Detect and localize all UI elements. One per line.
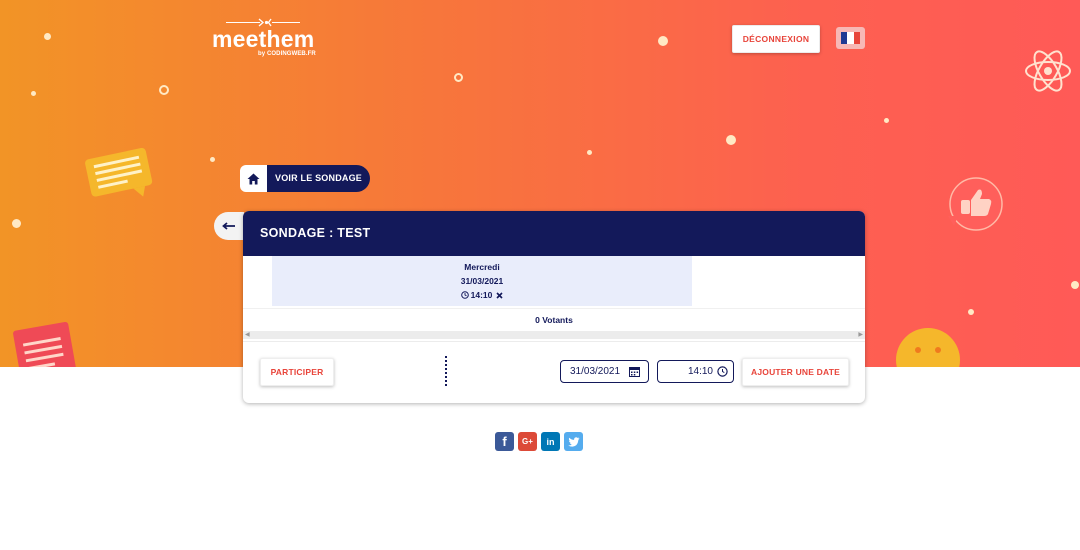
vertical-dotted-divider xyxy=(445,356,447,386)
google-plus-icon[interactable]: G+ xyxy=(518,432,537,451)
divider xyxy=(243,341,865,342)
home-icon xyxy=(247,173,260,184)
calendar-icon[interactable] xyxy=(629,366,640,377)
back-button[interactable] xyxy=(214,212,244,240)
poll-card: SONDAGE : TEST Mercredi 31/03/2021 14:10… xyxy=(243,211,865,403)
logo-arrow-line xyxy=(226,22,260,23)
decor-dot xyxy=(884,118,889,123)
decor-dot xyxy=(12,219,21,228)
clock-icon[interactable] xyxy=(717,366,728,377)
french-flag-icon[interactable] xyxy=(836,27,865,49)
date-column: Mercredi 31/03/2021 14:10 xyxy=(272,256,692,306)
date-input-value: 31/03/2021 xyxy=(570,366,621,377)
votants-count: 0 Votants xyxy=(243,308,865,331)
date-time: 14:10 xyxy=(470,290,493,300)
breadcrumb-label: VOIR LE SONDAGE xyxy=(275,173,363,183)
logo-arrow-line xyxy=(272,22,300,23)
document-illustration xyxy=(13,321,78,367)
twitter-bird-glyph xyxy=(567,436,579,447)
participate-button[interactable]: PARTICIPER xyxy=(260,358,334,386)
linkedin-icon[interactable]: in xyxy=(541,432,560,451)
horizontal-scrollbar[interactable]: ◀ ▶ xyxy=(243,331,865,339)
logo-wordmark: meethem xyxy=(212,26,315,52)
decor-dot xyxy=(968,309,974,315)
decor-dot xyxy=(658,36,668,46)
twitter-icon[interactable] xyxy=(564,432,583,451)
meethem-logo[interactable]: meethem by CODINGWEB.FR xyxy=(212,18,316,62)
remove-date-icon[interactable] xyxy=(496,291,503,299)
date-day: Mercredi xyxy=(464,262,500,272)
decor-dot xyxy=(31,91,36,96)
decor-dot xyxy=(1071,281,1079,289)
time-input-value: 14:10 xyxy=(687,366,713,377)
time-input[interactable]: 14:10 xyxy=(657,360,734,383)
decor-ring xyxy=(159,85,169,95)
smiley-illustration xyxy=(896,328,960,367)
logout-button[interactable]: DÉCONNEXION xyxy=(732,25,820,53)
date-time-row: 14:10 xyxy=(272,288,692,302)
breadcrumb[interactable]: VOIR LE SONDAGE xyxy=(240,165,370,192)
logo-tagline: by CODINGWEB.FR xyxy=(258,51,316,57)
decor-dot xyxy=(44,33,51,40)
scroll-left-icon[interactable]: ◀ xyxy=(245,331,250,339)
poll-title: SONDAGE : TEST xyxy=(260,226,371,240)
facebook-icon[interactable]: f xyxy=(495,432,514,451)
clock-icon xyxy=(460,291,469,299)
home-button[interactable] xyxy=(240,165,267,192)
decor-ring xyxy=(454,73,463,82)
arrow-left-icon xyxy=(222,222,235,230)
date-value: 31/03/2021 xyxy=(460,276,504,286)
atom-icon xyxy=(1025,50,1071,92)
decor-dot xyxy=(726,135,736,145)
add-date-button[interactable]: AJOUTER UNE DATE xyxy=(742,358,849,386)
date-input[interactable]: 31/03/2021 xyxy=(560,360,649,383)
poll-header: SONDAGE : TEST xyxy=(243,211,865,256)
decor-dot xyxy=(587,150,592,155)
decor-dot xyxy=(210,157,215,162)
thumbs-up-bubble-illustration xyxy=(948,177,1003,231)
social-links: f G+ in xyxy=(495,432,583,451)
scroll-right-icon[interactable]: ▶ xyxy=(858,331,863,339)
chat-bubble-illustration xyxy=(85,147,153,197)
